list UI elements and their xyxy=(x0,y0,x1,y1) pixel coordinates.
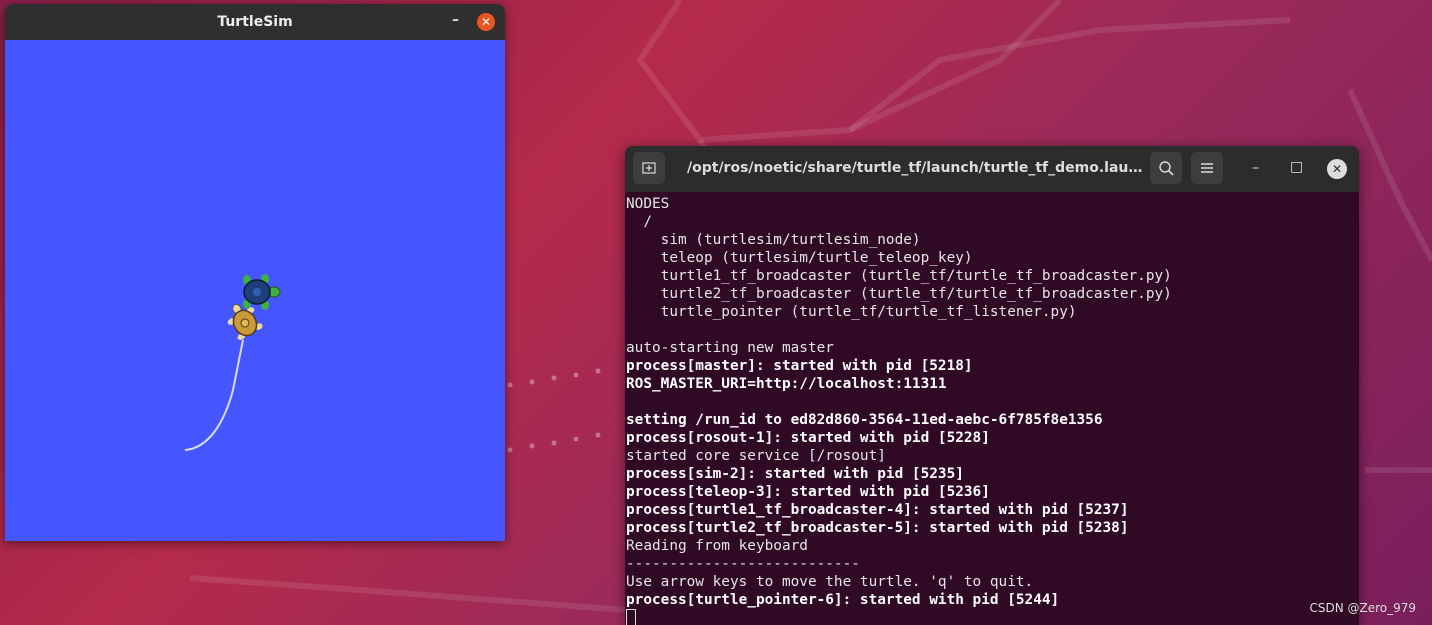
terminal-window[interactable]: /opt/ros/noetic/share/turtle_tf/launch/t… xyxy=(625,146,1359,625)
terminal-line: auto-starting new master xyxy=(626,340,834,356)
terminal-line: Use arrow keys to move the turtle. 'q' t… xyxy=(626,574,1034,590)
terminal-line: turtle_pointer (turtle_tf/turtle_tf_list… xyxy=(626,304,1077,320)
terminal-line: process[turtle_pointer-6]: started with … xyxy=(626,592,1060,608)
terminal-line: process[turtle2_tf_broadcaster-5]: start… xyxy=(626,520,1129,536)
minimize-icon[interactable]: – xyxy=(1252,160,1259,176)
terminal-line: process[rosout-1]: started with pid [522… xyxy=(626,430,990,446)
terminal-titlebar[interactable]: /opt/ros/noetic/share/turtle_tf/launch/t… xyxy=(625,146,1359,192)
terminal-cursor xyxy=(626,609,1359,625)
turtlesim-canvas xyxy=(5,40,505,541)
search-icon[interactable] xyxy=(1150,152,1182,184)
terminal-title: /opt/ros/noetic/share/turtle_tf/launch/t… xyxy=(687,160,1147,176)
terminal-line: process[turtle1_tf_broadcaster-4]: start… xyxy=(626,502,1129,518)
terminal-line: process[sim-2]: started with pid [5235] xyxy=(626,466,964,482)
terminal-line: / xyxy=(626,214,652,230)
terminal-line: teleop (turtlesim/turtle_teleop_key) xyxy=(626,250,973,266)
terminal-line: --------------------------- xyxy=(626,556,860,572)
turtlesim-window[interactable]: TurtleSim – ✕ xyxy=(5,4,505,541)
terminal-line: turtle1_tf_broadcaster (turtle_tf/turtle… xyxy=(626,268,1172,284)
turtlesim-title: TurtleSim xyxy=(217,14,293,30)
terminal-line: turtle2_tf_broadcaster (turtle_tf/turtle… xyxy=(626,286,1172,302)
menu-icon[interactable] xyxy=(1191,152,1223,184)
close-icon[interactable]: ✕ xyxy=(477,13,495,31)
terminal-line: process[teleop-3]: started with pid [523… xyxy=(626,484,990,500)
maximize-icon[interactable]: □ xyxy=(1290,159,1303,175)
terminal-line: process[master]: started with pid [5218] xyxy=(626,358,973,374)
terminal-line: Reading from keyboard xyxy=(626,538,808,554)
terminal-output[interactable]: NODES / sim (turtlesim/turtlesim_node) t… xyxy=(626,195,1359,625)
terminal-line: setting /run_id to ed82d860-3564-11ed-ae… xyxy=(626,412,1103,428)
terminal-line: ROS_MASTER_URI=http://localhost:11311 xyxy=(626,376,947,392)
terminal-line: started core service [/rosout] xyxy=(626,448,886,464)
close-icon[interactable]: ✕ xyxy=(1327,159,1347,179)
watermark: CSDN @Zero_979 xyxy=(1309,601,1416,615)
terminal-line: NODES xyxy=(626,196,670,212)
turtlesim-titlebar[interactable]: TurtleSim – ✕ xyxy=(5,4,505,40)
terminal-line: sim (turtlesim/turtlesim_node) xyxy=(626,232,921,248)
minimize-icon[interactable]: – xyxy=(452,12,459,28)
new-tab-icon[interactable] xyxy=(633,152,665,184)
